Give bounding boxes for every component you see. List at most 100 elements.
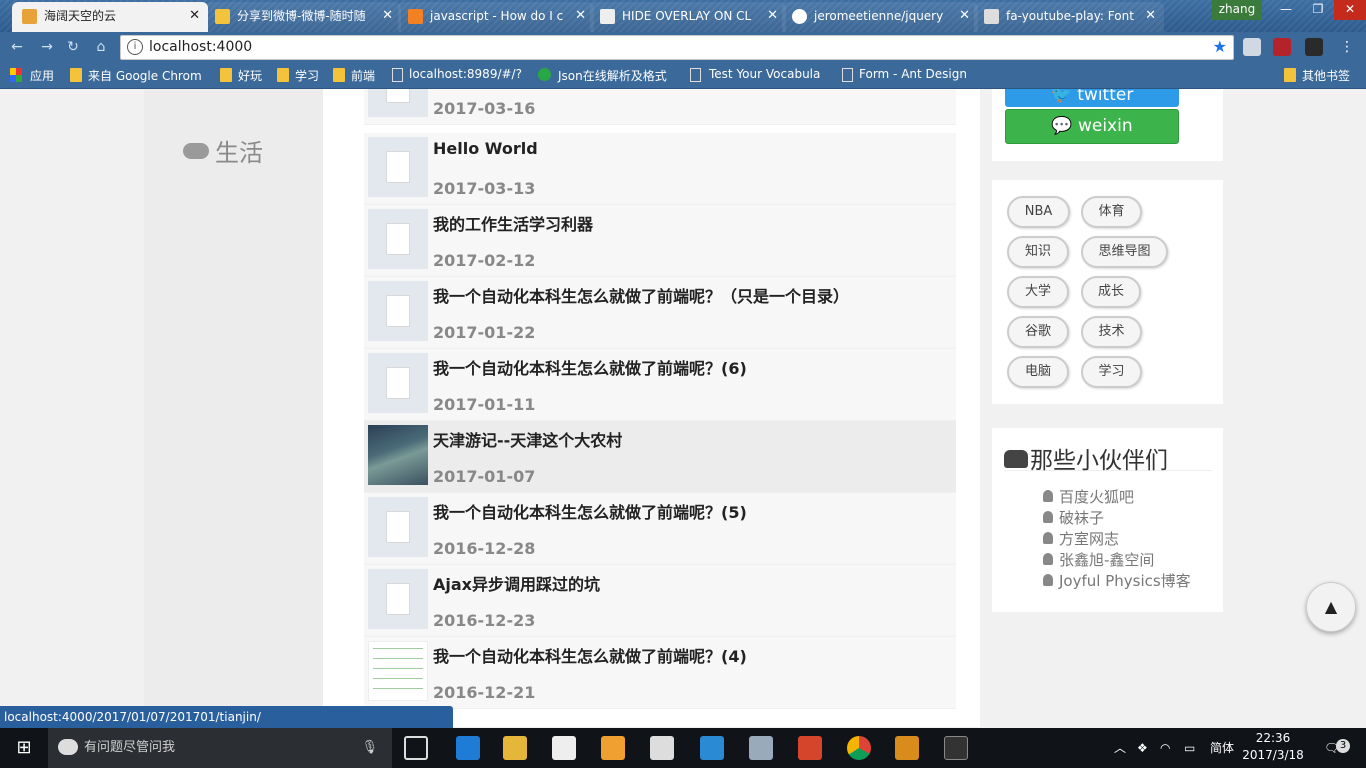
- bookmark-link[interactable]: Json在线解析及格式: [538, 67, 667, 84]
- tab-github[interactable]: jeromeetienne/jquery ✕: [782, 2, 978, 32]
- close-tab-icon[interactable]: ✕: [382, 2, 393, 30]
- sublime-text-icon[interactable]: [895, 736, 919, 760]
- tag-tech[interactable]: 技术: [1081, 316, 1142, 348]
- stackoverflow-icon: [408, 9, 423, 24]
- tab-weibo[interactable]: 分享到微博-微博-随时随 ✕: [205, 2, 401, 32]
- post-title[interactable]: 我一个自动化本科生怎么就做了前端呢？(6): [433, 355, 747, 379]
- extension-icon[interactable]: [1305, 38, 1323, 56]
- telegram-icon[interactable]: [700, 736, 724, 760]
- post-title[interactable]: 我一个自动化本科生怎么就做了前端呢？(4): [433, 643, 747, 667]
- post-date: 2017-03-16: [433, 99, 536, 118]
- restore-icon[interactable]: ❐: [1302, 0, 1334, 20]
- close-tab-icon[interactable]: ✕: [767, 2, 778, 30]
- close-tab-icon[interactable]: ✕: [189, 2, 200, 30]
- tag-growth[interactable]: 成长: [1081, 276, 1141, 308]
- close-tab-icon[interactable]: ✕: [959, 2, 970, 30]
- fox-app-icon[interactable]: [650, 736, 674, 760]
- forward-arrow-icon[interactable]: →: [38, 38, 56, 56]
- bookmark-link[interactable]: Form - Ant Design: [842, 67, 967, 84]
- microphone-icon[interactable]: 🎙: [361, 728, 378, 768]
- bookmark-folder[interactable]: 好玩: [220, 67, 262, 84]
- post-title[interactable]: Ajax异步调用踩过的坑: [433, 571, 600, 595]
- task-view-icon[interactable]: [404, 736, 428, 760]
- post-title[interactable]: 天津游记--天津这个大农村: [433, 427, 622, 451]
- tag-nba[interactable]: NBA: [1007, 196, 1070, 228]
- terminal-icon[interactable]: [944, 736, 968, 760]
- ublock-extension-icon[interactable]: [1273, 38, 1291, 56]
- weixin-share-button[interactable]: 💬 weixin: [1005, 109, 1179, 144]
- store-icon[interactable]: [552, 736, 576, 760]
- pocket-extension-icon[interactable]: [1243, 38, 1261, 56]
- monitor-app-icon[interactable]: [749, 736, 773, 760]
- close-tab-icon[interactable]: ✕: [1145, 2, 1156, 30]
- friend-link[interactable]: 方室网志: [1043, 528, 1119, 549]
- tab-haikuo[interactable]: 海阔天空的云 ✕: [12, 2, 208, 32]
- friend-link[interactable]: 百度火狐吧: [1043, 486, 1134, 507]
- dropbox-icon[interactable]: ❖: [1137, 728, 1148, 768]
- input-method-indicator[interactable]: 简体: [1210, 728, 1234, 768]
- bookmark-link[interactable]: localhost:8989/#/?: [392, 67, 522, 84]
- tray-chevron-icon[interactable]: ︿: [1114, 728, 1126, 768]
- friend-link[interactable]: 破袜子: [1043, 507, 1104, 528]
- home-icon[interactable]: ⌂: [92, 38, 110, 56]
- back-to-top-button[interactable]: ▲: [1306, 582, 1356, 632]
- close-tab-icon[interactable]: ✕: [575, 2, 586, 30]
- post-item[interactable]: 我一个自动化本科生怎么就做了前端呢？(4) 2016-12-21: [364, 637, 956, 709]
- chrome-icon[interactable]: [847, 736, 871, 760]
- tag-study[interactable]: 学习: [1081, 356, 1142, 388]
- bookmark-folder[interactable]: 来自 Google Chrom: [70, 67, 202, 84]
- taskbar-clock[interactable]: 22:36 2017/3/18: [1240, 730, 1306, 764]
- bookmark-folder[interactable]: 前端: [333, 67, 375, 84]
- post-item[interactable]: 我一个自动化本科生怎么就做了前端呢？（只是一个目录） 2017-01-22: [364, 277, 956, 349]
- wifi-icon[interactable]: ◠: [1160, 728, 1170, 768]
- reload-icon[interactable]: ↻: [64, 38, 82, 56]
- tab-fontawesome[interactable]: fa-youtube-play: Font ✕: [974, 2, 1164, 32]
- post-item[interactable]: 我一个自动化本科生怎么就做了前端呢？(6) 2017-01-11: [364, 349, 956, 421]
- bookmark-folder[interactable]: 学习: [277, 67, 319, 84]
- post-title[interactable]: 我一个自动化本科生怎么就做了前端呢？（只是一个目录）: [433, 283, 849, 307]
- search-app-icon[interactable]: [601, 736, 625, 760]
- menu-icon[interactable]: ⋮: [1338, 38, 1356, 56]
- post-item[interactable]: Ajax异步调用踩过的坑 2016-12-23: [364, 565, 956, 637]
- cortana-search-box[interactable]: 有问题尽管问我 🎙: [48, 728, 392, 768]
- friend-link[interactable]: Joyful Physics博客: [1043, 570, 1191, 591]
- address-url[interactable]: localhost:4000: [149, 39, 252, 55]
- post-item[interactable]: Hello World 2017-03-13: [364, 133, 956, 205]
- tab-stackoverflow[interactable]: javascript - How do I c ✕: [398, 2, 594, 32]
- close-window-icon[interactable]: ✕: [1334, 0, 1366, 20]
- post-item[interactable]: 我一个自动化本科生怎么就做了前端呢？(5) 2016-12-28: [364, 493, 956, 565]
- battery-icon[interactable]: ▭: [1184, 728, 1195, 768]
- windows-start-icon[interactable]: ⊞: [0, 728, 48, 768]
- category-life[interactable]: 生活: [183, 133, 263, 168]
- post-title[interactable]: 我一个自动化本科生怎么就做了前端呢？(5): [433, 499, 747, 523]
- action-center-icon[interactable]: 🗨 3: [1324, 728, 1350, 768]
- post-title[interactable]: 我的工作生活学习利器: [433, 211, 593, 235]
- bookmark-link[interactable]: Test Your Vocabula: [690, 67, 820, 84]
- post-item[interactable]: 我的工作生活学习利器 2017-02-12: [364, 205, 956, 277]
- tab-hide-overlay[interactable]: HIDE OVERLAY ON CL ✕: [590, 2, 786, 32]
- tag-mindmap[interactable]: 思维导图: [1081, 236, 1168, 268]
- back-arrow-icon[interactable]: ←: [8, 38, 26, 56]
- file-explorer-icon[interactable]: [503, 736, 527, 760]
- profile-button[interactable]: zhang: [1212, 0, 1262, 20]
- post-item-hovered[interactable]: 天津游记--天津这个大农村 2017-01-07: [364, 421, 956, 493]
- friend-link[interactable]: 张鑫旭-鑫空间: [1043, 549, 1154, 570]
- tag-knowledge[interactable]: 知识: [1007, 236, 1069, 268]
- address-bar[interactable]: i localhost:4000 ★: [120, 35, 1234, 60]
- apps-grid-icon: [10, 68, 22, 82]
- minimize-icon[interactable]: —: [1270, 0, 1302, 20]
- user-icon: [1043, 490, 1053, 502]
- bookmark-star-icon[interactable]: ★: [1213, 37, 1227, 56]
- info-icon[interactable]: i: [127, 39, 143, 55]
- tag-computer[interactable]: 电脑: [1007, 356, 1069, 388]
- tag-google[interactable]: 谷歌: [1007, 316, 1069, 348]
- twitter-share-button[interactable]: 🐦 twitter: [1005, 89, 1179, 107]
- tag-sports[interactable]: 体育: [1081, 196, 1142, 228]
- post-title[interactable]: Hello World: [433, 139, 538, 158]
- tag-university[interactable]: 大学: [1007, 276, 1069, 308]
- git-icon[interactable]: [798, 736, 822, 760]
- bookmark-other[interactable]: 其他书签: [1284, 67, 1350, 84]
- edge-icon[interactable]: [456, 736, 480, 760]
- post-item[interactable]: 2017-03-16: [364, 89, 956, 125]
- bookmark-apps[interactable]: 应用: [10, 67, 54, 84]
